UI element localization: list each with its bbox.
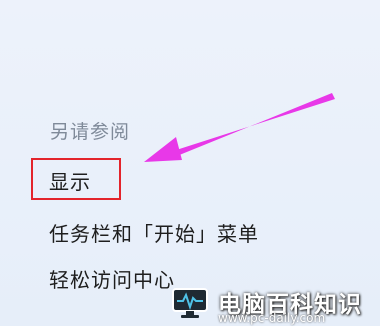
watermark: 电脑百科知识 www.pc-daily.com <box>168 278 380 326</box>
monitor-logo-icon <box>172 288 208 318</box>
watermark-url: www.pc-daily.com <box>218 311 326 325</box>
see-also-panel: 另请参阅 显示 任务栏和「开始」菜单 轻松访问中心 电脑百科知识 www.pc-… <box>0 0 380 326</box>
